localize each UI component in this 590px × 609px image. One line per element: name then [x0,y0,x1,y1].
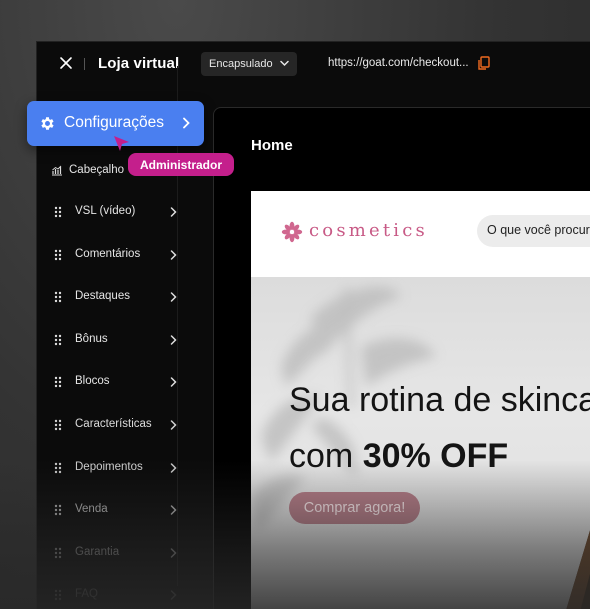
product-bottle-image [566,530,590,609]
sidebar-item[interactable]: Bônus [36,328,186,352]
user-role-tag: Administrador [128,153,234,176]
chevron-right-icon [170,292,177,302]
sidebar-item[interactable]: Destaques [36,285,186,309]
hero-headline-line1: Sua rotina de skincare [289,381,590,419]
flower-logo-icon [281,221,303,243]
stage: Loja virtual Encapsulado https://goat.co… [0,0,590,609]
sidebar-item-cabecalho[interactable]: Cabeçalho [51,164,124,176]
sidebar-item-label: VSL (vídeo) [75,205,136,217]
sidebar-item[interactable]: FAQ [36,583,186,607]
drag-handle-icon[interactable] [54,249,62,261]
drag-handle-icon[interactable] [54,206,62,218]
sidebar-item-label: Venda [75,503,108,516]
mode-select-value: Encapsulado [209,58,273,70]
site-header: cosmetics O que você procura? [251,191,590,277]
hero-discount: 30% OFF [362,437,509,475]
sidebar-item[interactable]: Características [36,413,186,437]
chevron-right-icon [170,207,177,217]
drag-handle-icon[interactable] [54,547,62,559]
drag-handle-icon[interactable] [54,334,62,346]
hero-headline-prefix: com [289,437,363,475]
sidebar-item-label: Depoimentos [75,460,143,473]
app-title: Loja virtual [98,55,180,72]
drag-handle-icon[interactable] [54,462,62,474]
sidebar-item-label: Garantia [75,545,120,558]
drag-handle-icon[interactable] [54,291,62,303]
sidebar-item[interactable]: VSL (vídeo) [36,200,186,224]
sidebar-item-label: Bônus [75,332,108,345]
chevron-right-icon [170,377,177,388]
chevron-right-icon [183,117,190,129]
copy-icon[interactable] [477,56,490,71]
sidebar-item[interactable]: Comentários [36,243,186,267]
drag-handle-icon[interactable] [54,504,62,516]
top-bar: Loja virtual Encapsulado https://goat.co… [37,42,590,86]
chart-icon [52,165,62,175]
url-text: https://goat.com/checkout... [328,57,469,69]
sidebar-item[interactable]: Venda [36,498,186,522]
chevron-right-icon [170,462,177,473]
chevron-right-icon [170,420,177,430]
mode-select[interactable]: Encapsulado [201,52,297,76]
buy-now-button[interactable]: Comprar agora! [289,492,420,524]
site-preview: cosmetics O que você procura? Sua rotin [251,191,590,609]
sidebar-item-label: Destaques [75,290,130,303]
brand-logo[interactable]: cosmetics [309,220,428,241]
sidebar-item[interactable]: Garantia [36,541,186,565]
sidebar-item-label: Cabeçalho [69,164,124,176]
sidebar-item[interactable]: Depoimentos [36,456,186,480]
sidebar-item[interactable]: Blocos [36,370,186,394]
drag-handle-icon[interactable] [54,376,62,388]
sidebar-item-label: Comentários [75,247,141,260]
search-input[interactable]: O que você procura? [477,215,590,247]
sidebar-item-label: FAQ [75,588,99,601]
chevron-down-icon [280,60,289,67]
drag-handle-icon[interactable] [54,419,62,431]
close-icon[interactable] [58,55,74,71]
chevron-right-icon [170,249,177,260]
title-divider [84,58,85,70]
settings-button-label: Configurações [64,114,164,131]
sidebar-item-label: Blocos [75,375,110,388]
gear-icon [41,117,54,130]
chevron-right-icon [170,335,177,345]
drag-handle-icon[interactable] [54,589,62,601]
hero-banner: Sua rotina de skincare com 30% OFF Compr… [251,277,590,609]
chevron-right-icon [170,548,177,558]
chevron-right-icon [170,505,177,515]
cursor-pointer-icon [114,136,129,151]
sidebar-item-label: Características [75,418,152,430]
hero-headline-line2: com 30% OFF [289,437,508,476]
page-title: Home [251,137,293,154]
chevron-right-icon [170,590,177,601]
